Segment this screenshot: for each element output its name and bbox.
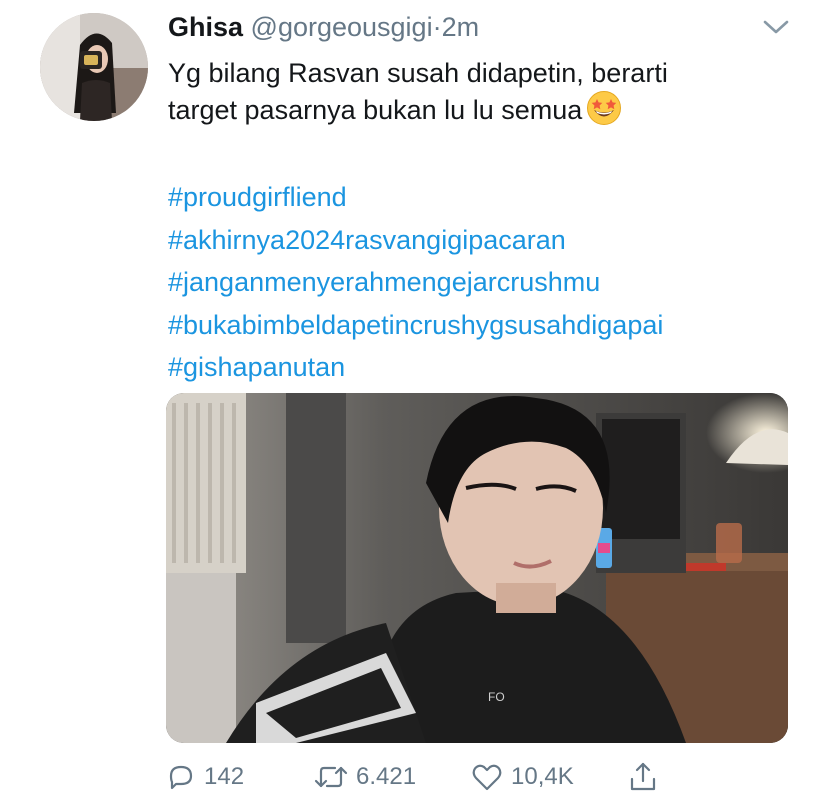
hashtag-link[interactable]: #janganmenyerahmengejarcrushmu [168,261,663,304]
author-name[interactable]: Ghisa [168,12,243,42]
tweet-text: Yg bilang Rasvan susah didapetin, berart… [168,56,808,127]
retweet-icon [314,766,348,788]
like-button[interactable]: 10,4K [471,760,574,794]
like-count: 10,4K [511,763,574,790]
chevron-down-icon[interactable] [762,16,790,38]
avatar[interactable] [40,13,148,121]
hashtag-link[interactable]: #bukabimbeldapetincrushygsusahdigapai [168,304,663,347]
author-handle[interactable]: @gorgeousgigi [251,12,433,42]
star-struck-emoji [587,91,622,125]
photo-content: FO [166,393,788,743]
avatar-photo [40,13,148,121]
tweet-text-fragment: target pasarnya bukan lu lu semua [168,95,583,125]
hashtag-link[interactable]: #gishapanutan [168,346,663,389]
tweet-media-image[interactable]: FO [166,393,788,743]
svg-text:FO: FO [488,690,505,704]
reply-button[interactable]: 142 [166,760,244,794]
reply-count: 142 [204,763,245,790]
heart-icon [472,764,502,791]
retweet-button[interactable]: 6.421 [314,760,416,794]
share-icon [630,762,656,791]
hashtag-list: #proudgirfliend #akhirnya2024rasvangigip… [168,176,663,389]
separator-dot: · [432,12,442,42]
tweet-header: Ghisa @gorgeousgigi·2m [168,10,479,44]
reply-icon [169,765,193,790]
share-button[interactable] [628,760,658,794]
hashtag-link[interactable]: #proudgirfliend [168,176,663,219]
tweet-timestamp[interactable]: 2m [442,12,480,42]
tweet-text-line: Yg bilang Rasvan susah didapetin, berart… [168,58,668,88]
retweet-count: 6.421 [356,763,417,790]
tweet-text-line: target pasarnya bukan lu lu semua [168,90,808,127]
hashtag-link[interactable]: #akhirnya2024rasvangigipacaran [168,219,663,262]
